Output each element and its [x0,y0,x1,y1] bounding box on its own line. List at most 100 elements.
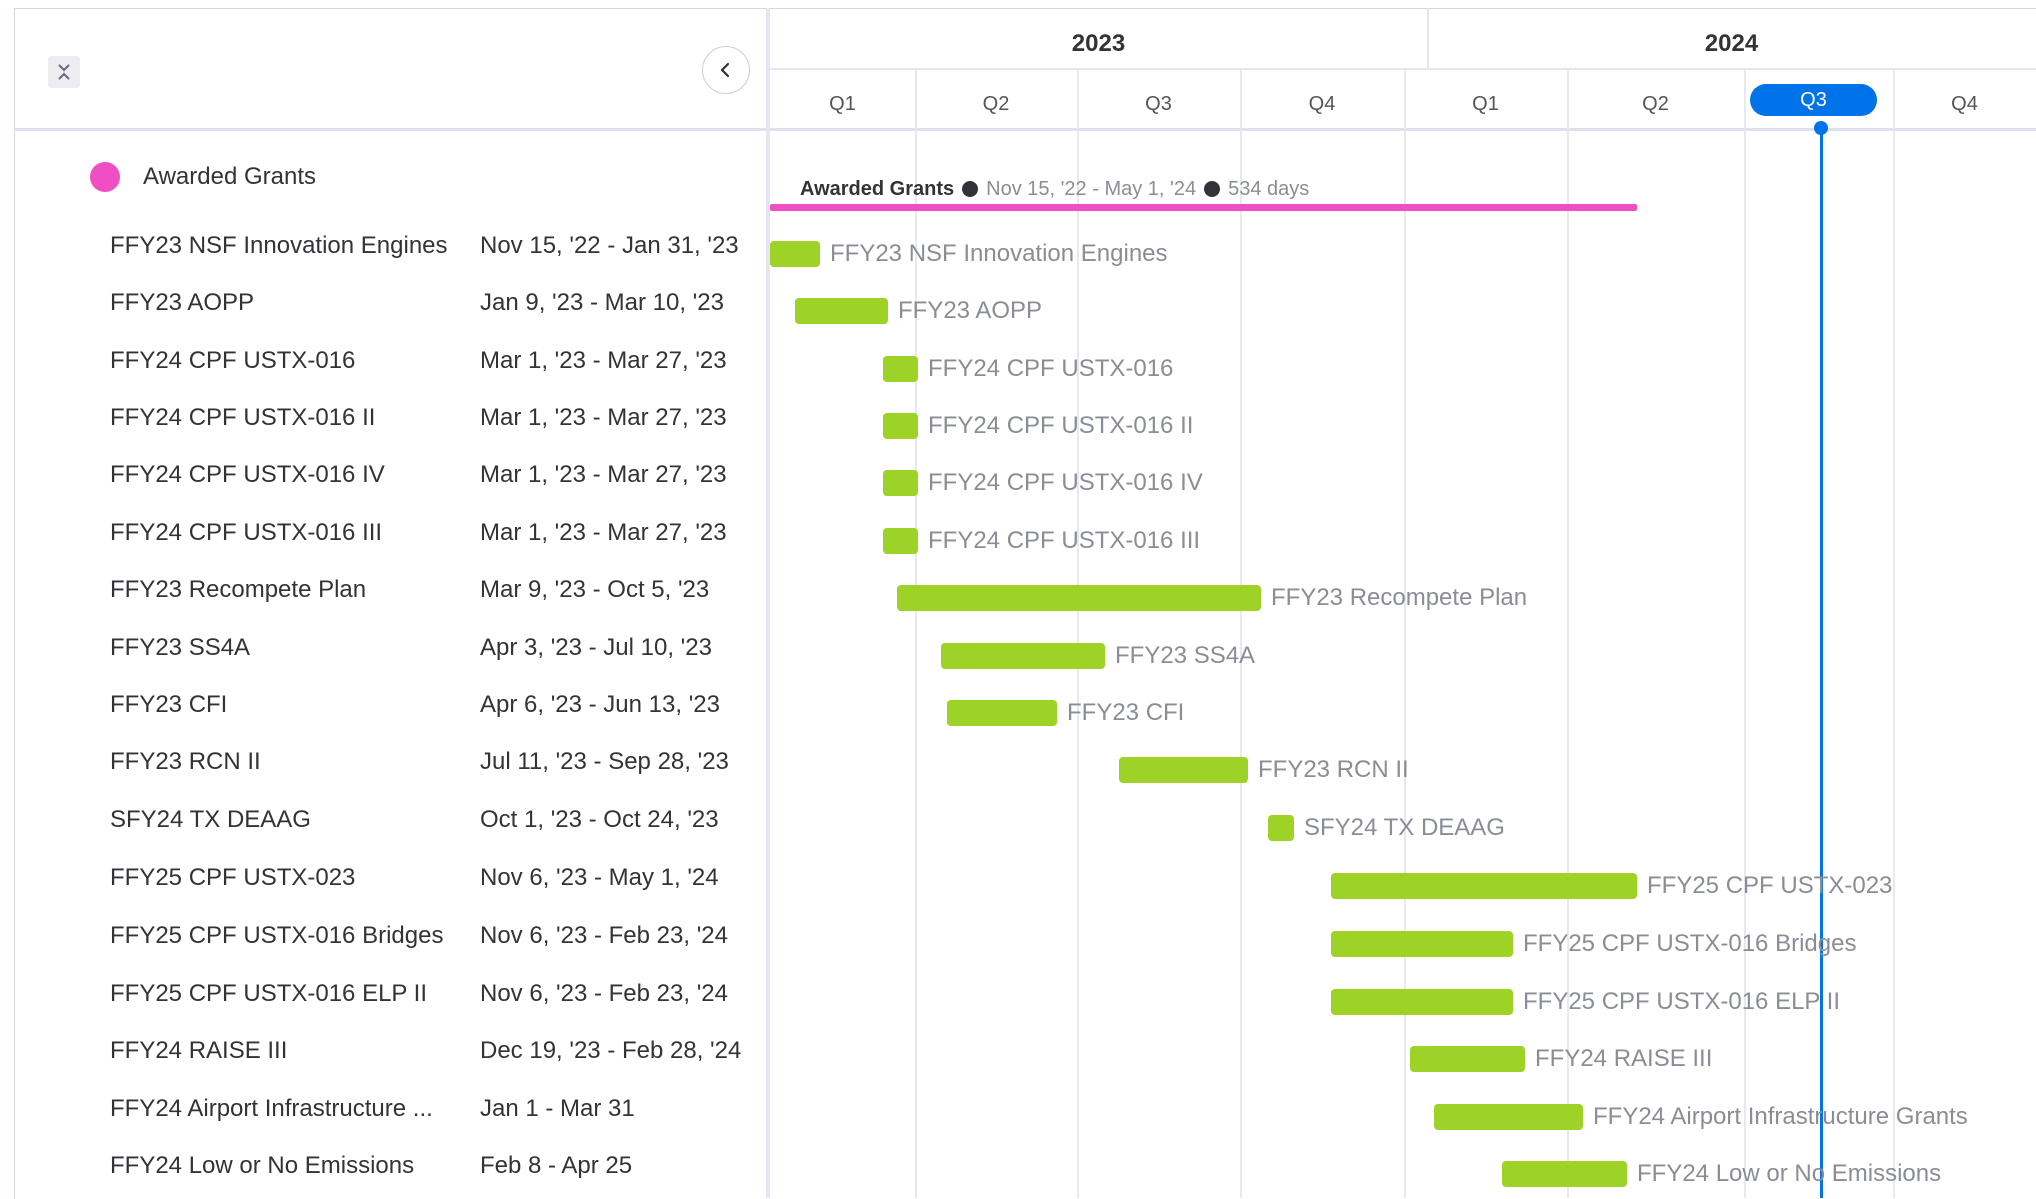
timeline-bar[interactable] [947,700,1057,726]
year-label: 2023 [1071,30,1126,57]
item-name[interactable]: FFY24 CPF USTX-016 IV [110,460,385,490]
item-timeline-dates[interactable]: Dec 19, '23 - Feb 28, '24 [480,1036,741,1066]
timeline-bar-label: FFY24 CPF USTX-016 IV [928,469,1203,496]
item-name[interactable]: FFY24 CPF USTX-016 [110,346,355,376]
quarter-gridline [1744,70,1746,1198]
bullet-icon [1204,181,1221,197]
timeline-bar[interactable] [1410,1046,1525,1072]
year-row-divider [770,68,2036,70]
quarter-gridline [1404,70,1406,1198]
summary-duration: 534 days [1228,178,1310,200]
timeline-bar[interactable] [795,298,888,324]
timeline-bar[interactable] [883,528,918,554]
timeline-bar[interactable] [1331,931,1513,957]
item-timeline-dates[interactable]: Apr 3, '23 - Jul 10, '23 [480,633,712,663]
timeline-bar[interactable] [1268,815,1294,841]
header-divider [14,128,766,131]
item-name[interactable]: FFY23 AOPP [110,288,254,318]
timeline-bar[interactable] [883,356,918,382]
timeline-bar[interactable] [883,413,918,439]
item-timeline-dates[interactable]: Oct 1, '23 - Oct 24, '23 [480,805,719,835]
gantt-timeline: 2023 2024 Q1 Q2 Q3 Q4 Q1 Q2 Q3 Q4 Awarded Grant… [770,8,2036,1198]
quarter-gridline [1567,70,1569,1198]
item-timeline-dates[interactable]: Mar 1, '23 - Mar 27, '23 [480,346,727,376]
timeline-bar-label: FFY23 RCN II [1258,756,1409,783]
bullet-icon [962,181,979,197]
item-name[interactable]: FFY24 CPF USTX-016 II [110,403,375,433]
summary-range: Nov 15, '22 - May 1, '24 [986,178,1197,200]
year-label: 2024 [1704,30,1759,57]
timeline-bar[interactable] [897,585,1261,611]
item-timeline-dates[interactable]: Nov 6, '23 - Feb 23, '24 [480,921,728,951]
group-color-dot[interactable] [90,162,120,192]
timeline-bar-label: FFY23 NSF Innovation Engines [830,240,1168,267]
group-title[interactable]: Awarded Grants [143,162,316,192]
timeline-bar-label: FFY24 CPF USTX-016 III [928,527,1201,554]
item-name[interactable]: SFY24 TX DEAAG [110,805,311,835]
item-timeline-dates[interactable]: Nov 15, '22 - Jan 31, '23 [480,231,739,261]
timeline-bar-label: FFY23 Recompete Plan [1271,584,1528,611]
timeline-bar-label: FFY23 AOPP [898,297,1043,324]
item-name[interactable]: FFY25 CPF USTX-023 [110,863,355,893]
group-summary-bar[interactable] [770,204,1637,211]
quarter-label: Q3 [1750,84,1877,116]
item-timeline-dates[interactable]: Mar 1, '23 - Mar 27, '23 [480,403,727,433]
timeline-bar[interactable] [883,470,918,496]
timeline-bar[interactable] [1331,873,1637,899]
item-name[interactable]: FFY24 Low or No Emissions [110,1151,414,1181]
timeline-bar-label: FFY24 RAISE III [1535,1045,1713,1072]
timeline-bar-label: FFY24 Low or No Emissions [1637,1160,1942,1187]
item-name[interactable]: FFY24 RAISE III [110,1036,287,1066]
item-name[interactable]: FFY24 CPF USTX-016 III [110,518,382,548]
summary-name: Awarded Grants [800,178,955,200]
timeline-bar-label: FFY25 CPF USTX-023 [1647,872,1893,899]
item-timeline-dates[interactable]: Nov 6, '23 - Feb 23, '24 [480,979,728,1009]
quarter-label: Q2 [1642,93,1669,115]
timeline-bar-label: FFY25 CPF USTX-016 ELP II [1523,988,1841,1015]
item-name[interactable]: FFY25 CPF USTX-016 Bridges [110,921,443,951]
quarter-gridline [1893,70,1895,1198]
today-marker-dot[interactable] [1814,121,1828,135]
item-timeline-dates[interactable]: Mar 1, '23 - Mar 27, '23 [480,518,727,548]
timeline-bar[interactable] [1502,1161,1627,1187]
timeline-bar[interactable] [1434,1104,1583,1130]
item-name[interactable]: FFY25 CPF USTX-016 ELP II [110,979,427,1009]
year-divider [1427,8,1429,68]
timeline-bar-label: SFY24 TX DEAAG [1304,814,1505,841]
item-timeline-dates[interactable]: Mar 9, '23 - Oct 5, '23 [480,575,709,605]
item-timeline-dates[interactable]: Jul 11, '23 - Sep 28, '23 [480,747,729,777]
collapse-all-button[interactable] [48,56,80,88]
timeline-bar-label: FFY24 CPF USTX-016 II [928,412,1194,439]
item-timeline-dates[interactable]: Nov 6, '23 - May 1, '24 [480,863,719,893]
item-timeline-dates[interactable]: Jan 1 - Mar 31 [480,1094,635,1124]
timeline-bar[interactable] [1119,757,1248,783]
timeline-bar-label: FFY25 CPF USTX-016 Bridges [1523,930,1857,957]
timeline-bar-label: FFY23 CFI [1067,699,1185,726]
item-timeline-dates[interactable]: Feb 8 - Apr 25 [480,1151,632,1181]
quarter-label: Q1 [1472,93,1499,115]
quarter-label: Q4 [1951,93,1978,115]
quarter-label: Q4 [1308,93,1336,115]
item-name[interactable]: FFY23 NSF Innovation Engines [110,231,448,261]
item-name[interactable]: FFY23 RCN II [110,747,261,777]
item-timeline-dates[interactable]: Apr 6, '23 - Jun 13, '23 [480,690,720,720]
group-summary: Awarded Grants Nov 15, '22 - May 1, '24 53… [800,176,1309,202]
quarter-label: Q2 [982,93,1010,115]
item-name[interactable]: FFY23 CFI [110,690,227,720]
item-name[interactable]: FFY23 SS4A [110,633,250,663]
chevron-left-icon [720,62,730,78]
timeline-bar[interactable] [941,643,1105,669]
today-marker [1820,128,1823,1198]
item-name[interactable]: FFY24 Airport Infrastructure ... [110,1094,433,1124]
collapse-arrows-icon [58,64,70,80]
item-timeline-dates[interactable]: Mar 1, '23 - Mar 27, '23 [480,460,727,490]
quarter-label: Q3 [1145,93,1172,115]
item-name[interactable]: FFY23 Recompete Plan [110,575,366,605]
quarter-gridline [1240,70,1242,1198]
collapse-panel-button[interactable] [702,46,750,94]
timeline-bar[interactable] [1331,989,1513,1015]
timeline-bar[interactable] [770,241,820,267]
quarter-label: Q1 [829,93,856,115]
timeline-bar-label: FFY24 Airport Infrastructure Grants [1593,1103,1968,1130]
item-timeline-dates[interactable]: Jan 9, '23 - Mar 10, '23 [480,288,724,318]
